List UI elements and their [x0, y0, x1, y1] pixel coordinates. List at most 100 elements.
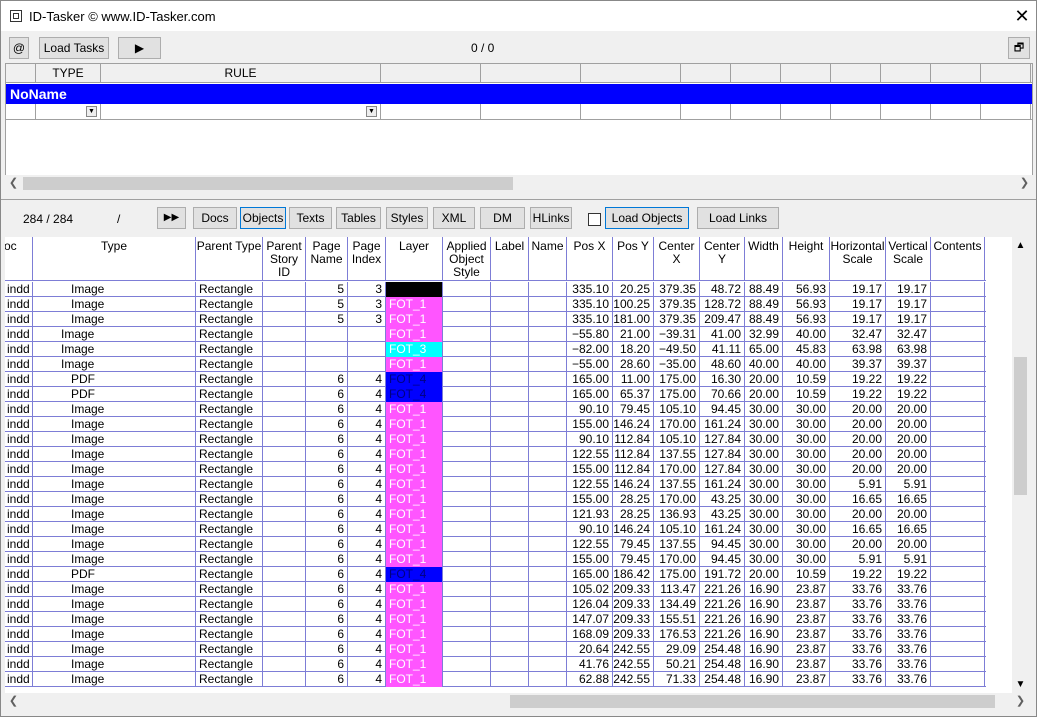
cell-page-name[interactable]: 6 — [306, 372, 348, 387]
scroll-left-icon[interactable]: ❮ — [5, 175, 22, 192]
cell-label[interactable] — [491, 597, 529, 612]
cell-height[interactable]: 30.00 — [783, 462, 830, 477]
cell-label[interactable] — [491, 342, 529, 357]
cell-oc[interactable]: indd — [5, 492, 33, 507]
cell-name[interactable] — [529, 402, 567, 417]
cell-type[interactable]: Image — [33, 657, 196, 672]
cell-layer[interactable]: FOT_1 — [386, 477, 443, 492]
cell-pos-y[interactable]: 242.55 — [613, 672, 654, 687]
task-grid[interactable]: TYPE RULE NoName ▼ ▼ — [5, 63, 1033, 191]
cell[interactable] — [981, 104, 1031, 120]
cell-pos-x[interactable]: 90.10 — [567, 522, 613, 537]
cell-vertical-scale[interactable]: 39.37 — [886, 357, 931, 372]
cell-label[interactable] — [491, 657, 529, 672]
cell-vertical-scale[interactable]: 19.17 — [886, 282, 931, 297]
cell-name[interactable] — [529, 537, 567, 552]
cell-pos-y[interactable]: 146.24 — [613, 477, 654, 492]
table-row[interactable]: indd Image Rectangle 6 4 FOT_1 168.09 209.33 176… — [5, 627, 986, 642]
cell-oc[interactable]: indd — [5, 582, 33, 597]
cell-width[interactable]: 30.00 — [745, 447, 783, 462]
table-row[interactable]: indd Image Rectangle FOT_1 −55.80 21.00 −39.31… — [5, 327, 986, 342]
cell-center-y[interactable]: 94.45 — [700, 537, 745, 552]
cell-contents[interactable] — [931, 357, 985, 372]
cell-horizontal-scale[interactable]: 20.00 — [830, 402, 886, 417]
cell-label[interactable] — [491, 387, 529, 402]
cell-page-name[interactable]: 6 — [306, 417, 348, 432]
cell-horizontal-scale[interactable]: 33.76 — [830, 642, 886, 657]
cell-page-index[interactable]: 4 — [348, 672, 386, 687]
cell-vertical-scale[interactable]: 5.91 — [886, 477, 931, 492]
cell-page-index[interactable]: 4 — [348, 627, 386, 642]
cell-parent-type[interactable]: Rectangle — [196, 522, 263, 537]
task-grid-hscrollbar[interactable]: ❮ ❯ — [5, 175, 1033, 192]
cell-parent-story-id[interactable] — [263, 582, 306, 597]
table-row[interactable]: indd Image Rectangle 6 4 FOT_1 90.10 146.24 105.… — [5, 522, 986, 537]
cell-type[interactable]: Image — [33, 507, 196, 522]
cell-horizontal-scale[interactable]: 19.17 — [830, 282, 886, 297]
cell-parent-story-id[interactable] — [263, 537, 306, 552]
cell-name[interactable] — [529, 507, 567, 522]
cell-applied-object-style[interactable] — [443, 447, 491, 462]
cell-page-index[interactable]: 4 — [348, 537, 386, 552]
cell-page-index[interactable]: 3 — [348, 297, 386, 312]
cell-width[interactable]: 88.49 — [745, 312, 783, 327]
header-height[interactable]: Height — [783, 237, 830, 281]
cell-contents[interactable] — [931, 507, 985, 522]
cell-pos-y[interactable]: 209.33 — [613, 597, 654, 612]
cell-page-index[interactable]: 4 — [348, 387, 386, 402]
cell-oc[interactable]: indd — [5, 567, 33, 582]
cell-page-index[interactable]: 4 — [348, 507, 386, 522]
cell-parent-story-id[interactable] — [263, 612, 306, 627]
cell[interactable] — [881, 104, 931, 120]
cell[interactable] — [581, 104, 681, 120]
cell-vertical-scale[interactable]: 19.22 — [886, 387, 931, 402]
cell-center-y[interactable]: 161.24 — [700, 417, 745, 432]
cell-horizontal-scale[interactable]: 39.37 — [830, 357, 886, 372]
cell-parent-type[interactable]: Rectangle — [196, 297, 263, 312]
cell-contents[interactable] — [931, 297, 985, 312]
cell-parent-story-id[interactable] — [263, 357, 306, 372]
table-row[interactable]: indd Image Rectangle 6 4 FOT_1 122.55 79.45 137.… — [5, 537, 986, 552]
cell-width[interactable]: 30.00 — [745, 417, 783, 432]
cell-pos-y[interactable]: 146.24 — [613, 522, 654, 537]
cell-type[interactable]: Image — [33, 582, 196, 597]
cell-horizontal-scale[interactable]: 33.76 — [830, 672, 886, 687]
cell-name[interactable] — [529, 387, 567, 402]
cell-width[interactable]: 40.00 — [745, 357, 783, 372]
cell-layer[interactable]: FOT_1 — [386, 327, 443, 342]
cell-type[interactable]: Image — [33, 327, 196, 342]
header-applied-object-style[interactable]: Applied Object Style — [443, 237, 491, 281]
cell-oc[interactable]: indd — [5, 357, 33, 372]
header-contents[interactable]: Contents — [931, 237, 985, 281]
cell-center-y[interactable]: 43.25 — [700, 507, 745, 522]
cell-width[interactable]: 16.90 — [745, 597, 783, 612]
cell-parent-type[interactable]: Rectangle — [196, 447, 263, 462]
cell-applied-object-style[interactable] — [443, 627, 491, 642]
cell-parent-story-id[interactable] — [263, 342, 306, 357]
cell-pos-x[interactable]: 90.10 — [567, 432, 613, 447]
cell-pos-x[interactable]: 155.00 — [567, 492, 613, 507]
cell-parent-type[interactable]: Rectangle — [196, 552, 263, 567]
cell-horizontal-scale[interactable]: 20.00 — [830, 432, 886, 447]
cell-label[interactable] — [491, 297, 529, 312]
header-name[interactable]: Name — [529, 237, 567, 281]
cell-center-x[interactable]: 170.00 — [654, 552, 700, 567]
header-center-x[interactable]: Center X — [654, 237, 700, 281]
cell-width[interactable]: 20.00 — [745, 567, 783, 582]
cell-parent-type[interactable]: Rectangle — [196, 672, 263, 687]
cell-parent-type[interactable]: Rectangle — [196, 312, 263, 327]
cell-type[interactable]: Image — [33, 342, 196, 357]
cell-parent-type[interactable]: Rectangle — [196, 357, 263, 372]
cell-oc[interactable]: indd — [5, 297, 33, 312]
cell-vertical-scale[interactable]: 33.76 — [886, 642, 931, 657]
table-row[interactable]: indd Image Rectangle 6 4 FOT_1 41.76 242.55 50.2… — [5, 657, 986, 672]
cell-page-name[interactable]: 6 — [306, 477, 348, 492]
cell-page-index[interactable]: 4 — [348, 657, 386, 672]
cell-page-index[interactable] — [348, 357, 386, 372]
rule-dropdown[interactable]: ▼ — [101, 104, 381, 120]
cell-horizontal-scale[interactable]: 33.76 — [830, 627, 886, 642]
header-width[interactable]: Width — [745, 237, 783, 281]
cell-contents[interactable] — [931, 582, 985, 597]
cell-label[interactable] — [491, 642, 529, 657]
cell-center-x[interactable]: 136.93 — [654, 507, 700, 522]
